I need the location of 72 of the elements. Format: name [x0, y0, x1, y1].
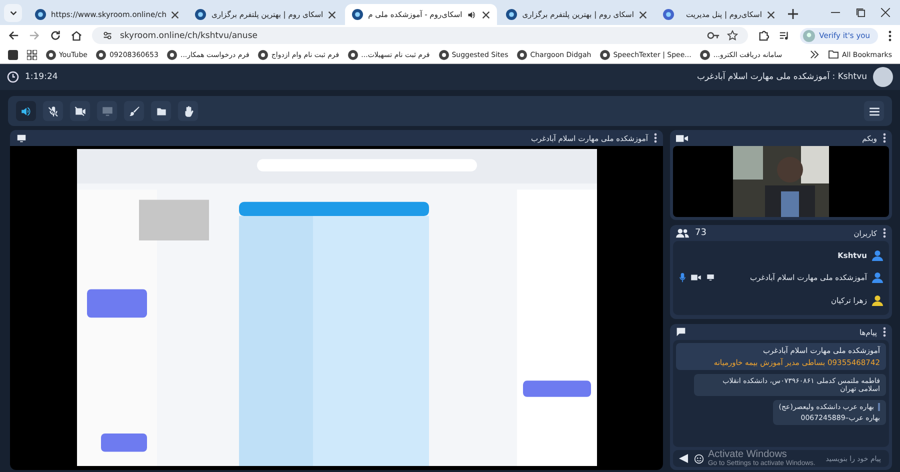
restore-icon[interactable]: [856, 8, 865, 17]
home-icon[interactable]: [71, 30, 82, 41]
caret-icon: [8, 8, 18, 18]
site-icon: [700, 50, 710, 60]
site-icon: [35, 9, 46, 20]
room-title: Kshtvu : آموزشکده ملی مهارت اسلام آبادغرب: [696, 72, 867, 82]
close-icon[interactable]: [328, 10, 336, 18]
folder-icon: [828, 50, 839, 59]
close-icon[interactable]: [638, 10, 647, 18]
site-icon: [195, 9, 206, 20]
site-icon: [258, 50, 268, 60]
avatar-icon: [803, 30, 816, 42]
key-icon[interactable]: [707, 31, 720, 40]
apps-icon[interactable]: [8, 50, 18, 60]
back-icon[interactable]: [8, 30, 19, 41]
screen-icon: [16, 132, 27, 144]
more-icon[interactable]: [883, 327, 886, 337]
brush-icon: [128, 104, 140, 118]
tab-search-button[interactable]: [4, 4, 22, 22]
activation-title: Activate Windows: [708, 449, 787, 460]
new-tab-icon[interactable]: [788, 9, 798, 19]
url-text: skyroom.online/ch/kshtvu/anuse: [120, 30, 258, 40]
more-icon[interactable]: [883, 133, 886, 143]
grid-icon[interactable]: [27, 50, 37, 60]
close-icon[interactable]: [881, 8, 890, 17]
more-icon[interactable]: [888, 30, 892, 42]
site-icon: [46, 50, 56, 60]
clock-icon: [7, 71, 19, 83]
menu-button[interactable]: [864, 101, 884, 121]
camera-off-button[interactable]: [70, 101, 90, 121]
media-icon[interactable]: [779, 30, 790, 41]
speaker-button[interactable]: [16, 101, 36, 121]
send-icon[interactable]: [679, 454, 688, 463]
camera-icon[interactable]: [691, 274, 701, 282]
user-count: 73: [695, 228, 706, 238]
screen-icon[interactable]: [706, 273, 715, 282]
reload-icon[interactable]: [50, 30, 61, 41]
site-icon: [352, 9, 364, 20]
site-icon: [96, 50, 106, 60]
close-icon[interactable]: [482, 10, 490, 18]
camera-off-icon: [74, 104, 86, 118]
speaker-icon: [20, 104, 32, 118]
mic-icon[interactable]: [679, 272, 686, 283]
chat-icon: [676, 327, 686, 337]
chevron-icon[interactable]: [810, 50, 819, 59]
mic-off-icon: [46, 104, 60, 118]
more-icon[interactable]: [654, 133, 657, 143]
more-icon[interactable]: [883, 228, 886, 238]
star-icon[interactable]: [727, 30, 738, 41]
address-bar[interactable]: skyroom.online/ch/kshtvu/anuse: [92, 27, 748, 44]
mic-off-button[interactable]: [43, 101, 63, 121]
site-icon: [662, 9, 674, 20]
site-settings-icon[interactable]: [102, 30, 113, 41]
close-icon[interactable]: [171, 10, 180, 18]
brush-button[interactable]: [124, 101, 144, 121]
puzzle-icon[interactable]: [758, 30, 770, 41]
site-icon: [600, 50, 610, 60]
users-icon: [676, 228, 689, 238]
elapsed-time: 1:19:24: [25, 72, 58, 82]
screen-icon: [100, 104, 114, 118]
site-icon: [517, 50, 528, 60]
site-icon: [167, 50, 178, 60]
emoji-icon[interactable]: [694, 454, 704, 464]
camera-icon: [676, 134, 688, 142]
site-icon: [438, 50, 449, 60]
close-icon[interactable]: [766, 10, 775, 18]
avatar-icon[interactable]: [873, 67, 893, 87]
site-icon: [348, 50, 358, 60]
folder-button[interactable]: [151, 101, 171, 121]
site-icon: [506, 9, 518, 20]
hand-button[interactable]: [178, 101, 198, 121]
menu-icon: [868, 104, 880, 118]
